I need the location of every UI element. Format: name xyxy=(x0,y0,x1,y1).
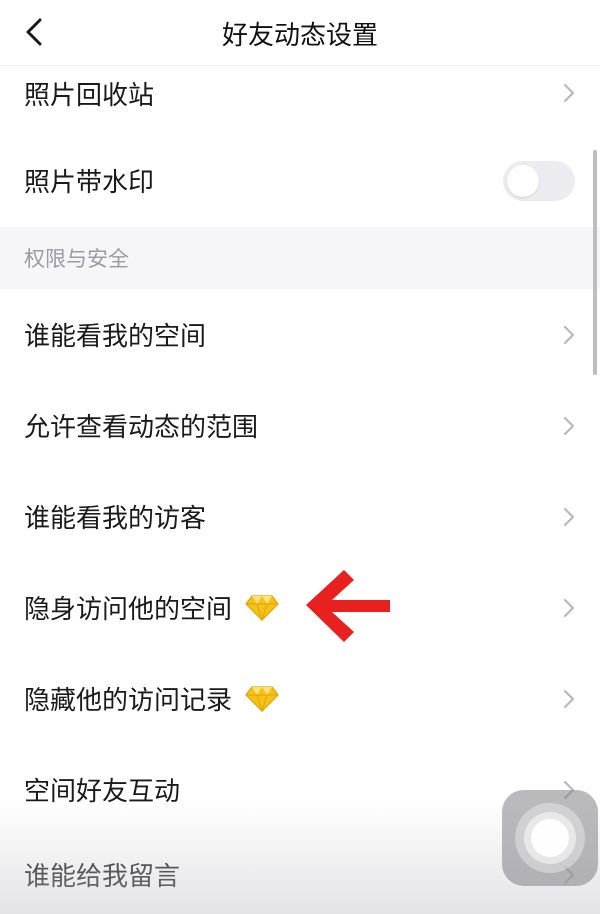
row-label: 照片回收站 xyxy=(24,80,155,111)
who-can-view-space-row[interactable]: 谁能看我的空间 xyxy=(0,289,600,380)
assistive-touch-outer-ring xyxy=(515,803,585,873)
allowed-feed-range-row[interactable]: 允许查看动态的范围 xyxy=(0,380,600,471)
watermark-toggle[interactable] xyxy=(503,160,575,201)
diamond-icon xyxy=(245,685,279,713)
back-button[interactable] xyxy=(12,10,56,54)
section-title: 权限与安全 xyxy=(24,247,129,271)
invisible-visit-row[interactable]: 隐身访问他的空间 xyxy=(0,562,600,653)
chevron-right-icon xyxy=(563,598,575,617)
row-label: 谁能看我的空间 xyxy=(24,322,207,352)
row-label: 照片带水印 xyxy=(24,168,155,198)
row-label: 允许查看动态的范围 xyxy=(24,413,259,443)
row-label: 谁能给我留言 xyxy=(24,862,181,892)
top-nav-bar: 好友动态设置 xyxy=(0,0,600,66)
chevron-right-icon xyxy=(563,416,575,435)
scrollbar[interactable] xyxy=(593,150,597,375)
assistive-touch-middle-ring xyxy=(524,812,576,864)
row-label: 空间好友互动 xyxy=(24,777,181,807)
chevron-left-icon xyxy=(26,18,42,46)
section-header-permissions: 权限与安全 xyxy=(0,227,600,289)
chevron-right-icon xyxy=(563,689,575,708)
red-arrow-icon xyxy=(306,570,390,642)
photo-watermark-row: 照片带水印 xyxy=(0,134,600,227)
chevron-right-icon xyxy=(563,325,575,344)
toggle-knob xyxy=(507,164,539,197)
who-can-view-visitors-row[interactable]: 谁能看我的访客 xyxy=(0,471,600,562)
row-label: 隐藏他的访问记录 xyxy=(24,686,233,716)
assistive-touch-core xyxy=(531,819,569,857)
assistive-touch-button[interactable] xyxy=(502,790,598,886)
row-label: 隐身访问他的空间 xyxy=(24,595,233,625)
row-label: 谁能看我的访客 xyxy=(24,504,207,534)
diamond-icon xyxy=(245,594,279,622)
chevron-right-icon xyxy=(563,83,575,103)
photo-recycle-bin-row[interactable]: 照片回收站 xyxy=(0,66,600,120)
page-title: 好友动态设置 xyxy=(221,20,378,51)
chevron-right-icon xyxy=(563,507,575,526)
hide-visit-records-row[interactable]: 隐藏他的访问记录 xyxy=(0,653,600,744)
